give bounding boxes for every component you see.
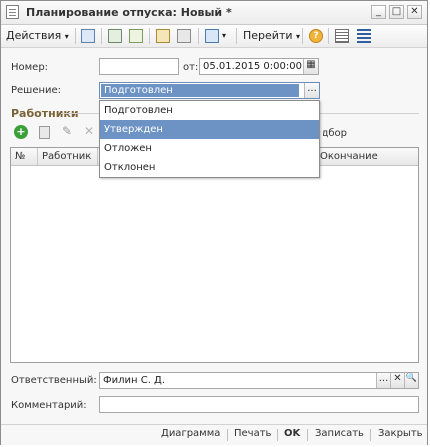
decision-dropdown-list: Подготовлен Утвержден Отложен Отклонен: [99, 100, 320, 178]
comment-label: Комментарий:: [11, 400, 87, 411]
title-bar[interactable]: Планирование отпуска: Новый * _ □ ✕: [1, 1, 427, 25]
toolbar-separator: [236, 28, 237, 44]
calendar-icon[interactable]: ▦: [303, 59, 318, 74]
column-header-end[interactable]: Окончание: [316, 148, 418, 165]
selection-button-label: Подбор: [323, 128, 347, 139]
ok-button[interactable]: OK: [284, 428, 300, 439]
actions-menu[interactable]: Действия ▾: [6, 27, 69, 45]
clear-icon[interactable]: ✕: [390, 373, 404, 388]
copy-icon[interactable]: [39, 126, 50, 139]
goto-menu[interactable]: Перейти ▾: [243, 27, 300, 45]
help-icon[interactable]: ?: [309, 29, 323, 43]
date-field[interactable]: 05.01.2015 0:00:00 ▦: [199, 58, 319, 75]
ellipsis-icon[interactable]: ...: [376, 373, 390, 388]
comment-field[interactable]: [99, 396, 419, 413]
close-button[interactable]: ✕: [407, 5, 422, 19]
button-separator: [227, 429, 228, 441]
actions-menu-label: Действия: [6, 29, 62, 42]
unpost-icon[interactable]: [177, 29, 191, 43]
column-header-worker[interactable]: Работник: [38, 148, 98, 165]
number-field[interactable]: [99, 58, 179, 75]
save-button[interactable]: Записать: [315, 428, 364, 439]
edit-icon[interactable]: ✎: [62, 124, 72, 138]
decision-select[interactable]: Подготовлен ...: [99, 82, 320, 99]
write-icon[interactable]: [108, 29, 122, 43]
delete-icon[interactable]: ✕: [84, 124, 94, 138]
chevron-down-icon[interactable]: ▾: [222, 27, 226, 45]
toolbar-separator: [101, 28, 102, 44]
dropdown-option-rejected[interactable]: Отклонен: [100, 158, 319, 177]
goto-menu-label: Перейти: [243, 29, 293, 42]
toolbar-separator: [328, 28, 329, 44]
command-toolbar: Действия ▾ ▾ Перейти ▾ ?: [1, 25, 427, 48]
diagram-button[interactable]: Диаграмма: [161, 428, 220, 439]
window-title: Планирование отпуска: Новый *: [26, 6, 232, 19]
list-settings-icon[interactable]: [335, 29, 349, 43]
responsible-field[interactable]: Филин С. Д. ... ✕ 🔍: [99, 372, 419, 389]
open-icon[interactable]: 🔍: [404, 373, 418, 388]
decision-value: Подготовлен: [104, 85, 173, 96]
structure-icon[interactable]: [357, 29, 371, 43]
toolbar-separator: [198, 28, 199, 44]
button-separator: [277, 429, 278, 441]
selection-button[interactable]: Подбор: [323, 128, 347, 139]
ellipsis-icon[interactable]: ...: [304, 83, 319, 98]
chevron-down-icon: ▾: [296, 32, 301, 41]
close-form-button[interactable]: Закрыть: [378, 428, 423, 439]
toolbar-separator: [75, 28, 76, 44]
save-close-icon[interactable]: [81, 29, 95, 43]
number-label: Номер:: [11, 62, 49, 73]
column-header-number[interactable]: №: [11, 148, 38, 165]
minimize-button[interactable]: _: [371, 5, 386, 19]
button-separator: [370, 429, 371, 441]
decision-label: Решение:: [11, 85, 62, 96]
dropdown-option-postponed[interactable]: Отложен: [100, 139, 319, 158]
refresh-icon[interactable]: [129, 29, 143, 43]
maximize-button[interactable]: □: [389, 5, 404, 19]
post-icon[interactable]: [156, 29, 170, 43]
date-value: 05.01.2015 0:00:00: [203, 61, 302, 72]
responsible-label: Ответственный:: [11, 375, 97, 386]
workers-table[interactable]: № Работник Окончание: [10, 147, 419, 363]
dropdown-option-prepared[interactable]: Подготовлен: [100, 101, 319, 120]
document-icon: [6, 5, 19, 19]
add-icon[interactable]: +: [14, 125, 28, 139]
button-separator: [307, 429, 308, 441]
toolbar-separator: [302, 28, 303, 44]
dropdown-option-approved[interactable]: Утвержден: [100, 120, 319, 139]
print-button[interactable]: Печать: [234, 428, 271, 439]
chevron-down-icon: ▾: [64, 32, 69, 41]
date-from-label: от:: [183, 62, 199, 73]
based-on-icon[interactable]: [205, 29, 219, 43]
document-window: Планирование отпуска: Новый * _ □ ✕ Дейс…: [0, 0, 428, 445]
form-button-bar: Диаграмма Печать OK Записать Закрыть: [1, 424, 427, 445]
toolbar-separator: [149, 28, 150, 44]
responsible-value: Филин С. Д.: [103, 375, 166, 386]
